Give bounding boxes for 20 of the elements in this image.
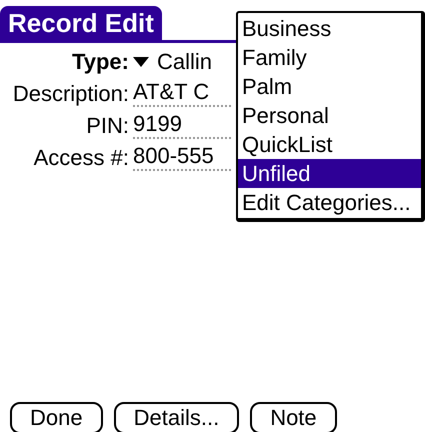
menu-item[interactable]: Palm bbox=[238, 72, 421, 101]
type-selector[interactable]: Callin bbox=[157, 49, 212, 75]
menu-item[interactable]: Personal bbox=[238, 101, 421, 130]
field-label: Access #: bbox=[32, 145, 130, 171]
window-title: Record Edit bbox=[0, 6, 162, 40]
field-label: Type: bbox=[70, 49, 130, 75]
dropdown-arrow-icon[interactable] bbox=[133, 57, 149, 67]
text-field[interactable]: AT&T C bbox=[133, 79, 231, 107]
push-button[interactable]: Details... bbox=[114, 402, 240, 432]
text-field[interactable]: 9199 bbox=[133, 111, 231, 139]
menu-item[interactable]: QuickList bbox=[238, 130, 421, 159]
menu-item[interactable]: Family bbox=[238, 43, 421, 72]
push-button[interactable]: Done bbox=[10, 402, 103, 432]
menu-item[interactable]: Edit Categories... bbox=[238, 188, 421, 217]
menu-item[interactable]: Business bbox=[238, 14, 421, 43]
text-field[interactable]: 800-555 bbox=[133, 143, 231, 171]
menu-item[interactable]: Unfiled bbox=[238, 159, 421, 188]
field-label: PIN: bbox=[85, 113, 130, 139]
field-label: Description: bbox=[12, 81, 130, 107]
push-button[interactable]: Note bbox=[250, 402, 337, 432]
